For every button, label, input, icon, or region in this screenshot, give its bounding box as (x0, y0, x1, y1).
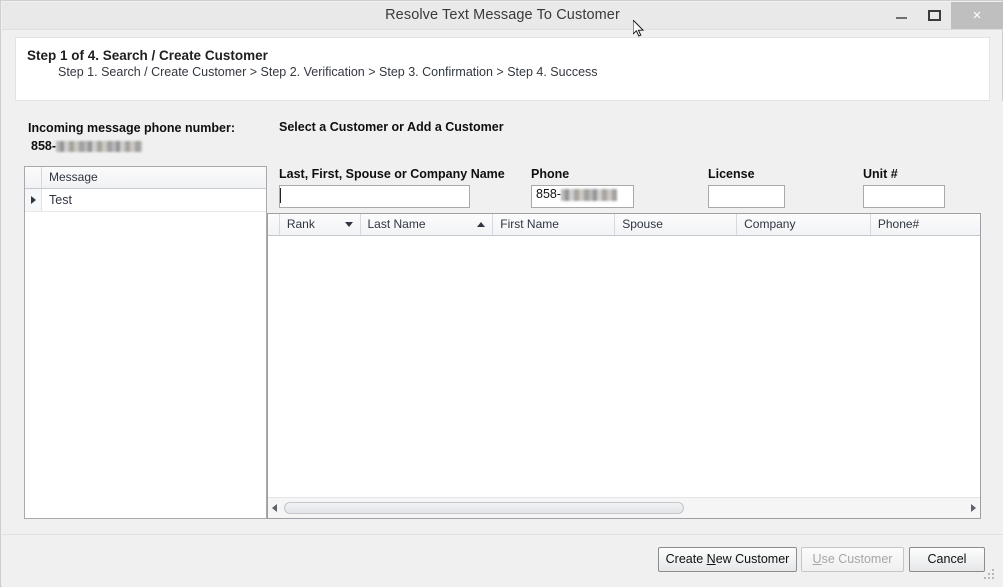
column-header-first-name-label: First Name (500, 217, 559, 231)
column-header-phone-label: Phone# (877, 217, 920, 231)
minimize-button[interactable] (885, 2, 918, 29)
incoming-phone-label: Incoming message phone number: (28, 121, 235, 135)
cancel-button[interactable]: Cancel (909, 547, 985, 572)
column-header-phone[interactable]: Phone# (871, 214, 980, 235)
cell-message: Test (49, 193, 72, 207)
results-body (268, 236, 980, 498)
column-header-company[interactable]: Company (737, 214, 871, 235)
current-row-arrow-icon (31, 196, 36, 204)
dialog-window: Resolve Text Message To Customer × Step … (0, 0, 1003, 587)
close-button[interactable]: × (951, 2, 1003, 29)
maximize-button[interactable] (918, 2, 951, 29)
close-icon: × (972, 7, 982, 24)
text-caret (280, 188, 281, 203)
unit-field-label: Unit # (863, 167, 898, 181)
window-title: Resolve Text Message To Customer (385, 7, 620, 23)
name-field-label: Last, First, Spouse or Company Name (279, 167, 505, 181)
create-new-customer-label-a: Create (665, 552, 707, 566)
chevron-up-icon (477, 222, 486, 227)
window-controls: × (885, 2, 1003, 29)
redaction-block-phone (561, 188, 618, 201)
name-input[interactable] (279, 185, 470, 208)
maximize-icon (928, 10, 941, 21)
cancel-label: Cancel (927, 552, 967, 566)
message-grid-header: Message (25, 167, 266, 189)
results-header-corner (268, 214, 280, 235)
page-title: Step 1 of 4. Search / Create Customer (27, 48, 268, 63)
dialog-body: Incoming message phone number: 858- Mess… (2, 101, 1003, 587)
column-header-first-name[interactable]: First Name (493, 214, 616, 235)
use-customer-label: se Customer (821, 552, 893, 566)
license-input[interactable] (708, 185, 785, 208)
unit-input[interactable] (863, 185, 945, 208)
step-header-panel: Step 1 of 4. Search / Create Customer St… (15, 37, 990, 101)
column-header-spouse[interactable]: Spouse (615, 214, 738, 235)
scroll-left-arrow-icon[interactable] (272, 504, 277, 512)
create-new-customer-button[interactable]: Create New Customer (658, 547, 797, 572)
horizontal-scrollbar[interactable] (268, 497, 980, 518)
phone-input-value: 858- (536, 187, 618, 201)
table-row[interactable]: Test (25, 189, 266, 212)
chevron-down-icon (344, 222, 353, 227)
use-customer-accel: U (812, 552, 822, 566)
message-grid: Message Test (24, 166, 267, 519)
scrollbar-thumb[interactable] (284, 502, 684, 514)
row-selector[interactable] (25, 189, 42, 211)
resize-grip-icon[interactable] (984, 569, 995, 580)
create-new-customer-label-b: ew Customer (715, 552, 790, 566)
incoming-phone-prefix: 858- (31, 139, 57, 153)
message-grid-header-corner (25, 167, 42, 188)
redaction-block (56, 141, 143, 153)
footer-divider (2, 534, 1003, 535)
phone-field-label: Phone (531, 167, 570, 181)
section-title: Select a Customer or Add a Customer (279, 120, 504, 134)
minimize-icon (896, 17, 907, 19)
column-header-message[interactable]: Message (42, 167, 266, 188)
results-header-row: Rank Last Name First Name Spouse Company (268, 214, 980, 236)
column-header-last-name[interactable]: Last Name (361, 214, 494, 235)
license-field-label: License (708, 167, 755, 181)
phone-value-prefix: 858- (536, 187, 562, 201)
column-header-rank[interactable]: Rank (280, 214, 361, 235)
breadcrumb: Step 1. Search / Create Customer > Step … (58, 65, 598, 79)
column-header-rank-label: Rank (286, 217, 315, 231)
use-customer-button: Use Customer (801, 547, 904, 572)
column-header-company-label: Company (744, 217, 796, 231)
title-bar: Resolve Text Message To Customer × (2, 2, 1003, 30)
incoming-phone-value: 858- (31, 139, 143, 153)
create-new-customer-accel: N (706, 552, 716, 566)
customer-results-grid: Rank Last Name First Name Spouse Company (267, 213, 981, 519)
column-header-spouse-label: Spouse (622, 217, 663, 231)
column-header-last-name-label: Last Name (367, 217, 426, 231)
scroll-right-arrow-icon[interactable] (971, 504, 976, 512)
